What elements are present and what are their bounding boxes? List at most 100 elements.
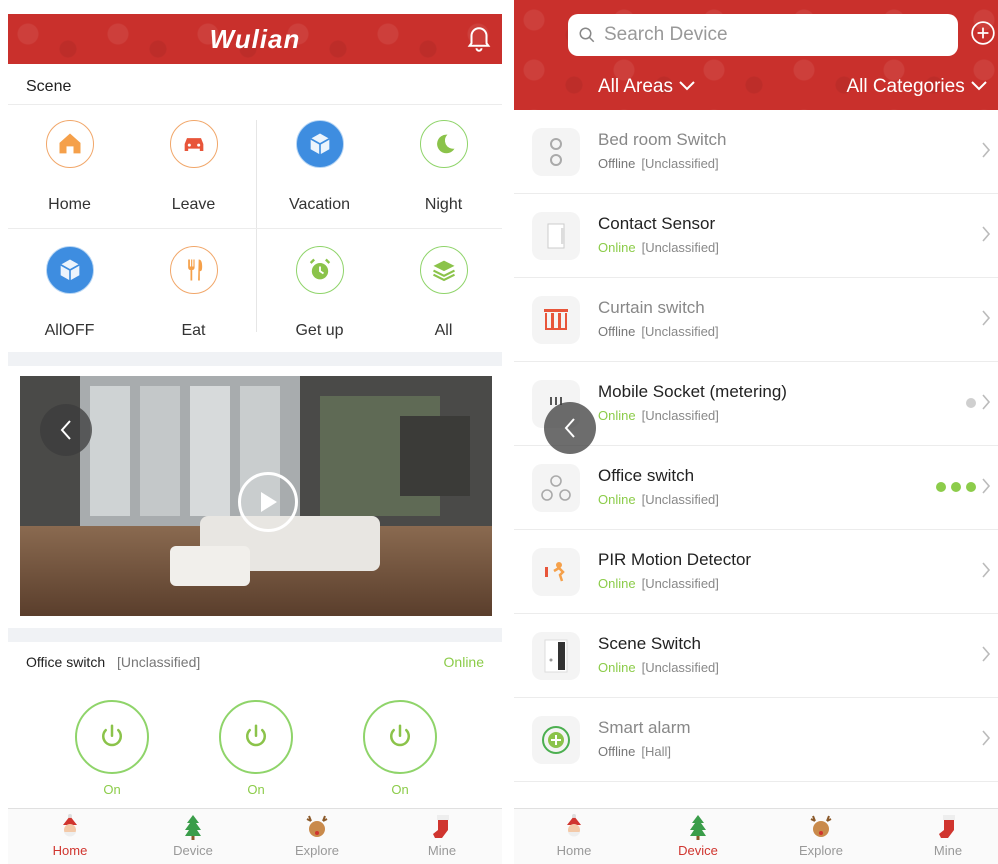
page: Wulian Scene Home Leave Vacation Night A… [0,0,998,864]
tree-icon [185,815,201,840]
device-category: [Unclassified] [641,408,719,423]
scene-get-up[interactable]: Get up [258,246,381,356]
tab-mine[interactable]: Mine [402,813,482,858]
state-dot [951,482,961,492]
home-header: Wulian [8,14,502,64]
camera-preview[interactable] [20,376,492,616]
add-device-icon[interactable] [970,20,996,46]
device-status: Online [443,654,484,670]
home-icon [46,120,94,168]
bell-icon[interactable] [464,22,494,52]
alarm-icon [532,716,580,764]
santa-icon [63,814,77,837]
tab-explore[interactable]: Explore [277,813,357,858]
tab-label: Mine [933,843,963,858]
device-row[interactable]: Office switch Online [Unclassified] [514,446,998,530]
layers-icon [420,246,468,294]
device-category: [Unclassified] [641,492,719,507]
tab-mine[interactable]: Mine [908,813,988,858]
tab-label: Home [556,843,592,858]
device-row[interactable]: Curtain switch Offline [Unclassified] [514,278,998,362]
device-row[interactable]: Contact Sensor Online [Unclassified] [514,194,998,278]
tab-label: Device [678,843,718,858]
scene-label: Vacation [288,196,351,213]
device-status-line: Online [Unclassified] [598,576,719,591]
divider [8,104,502,105]
tab-device[interactable]: Device [658,813,738,858]
device-status-line: Offline [Unclassified] [598,324,719,339]
device-row[interactable]: Smart alarm Offline [Hall] [514,698,998,782]
device-screen: Search Device All Areas All Categories B… [514,0,998,864]
scene-alloff[interactable]: AllOFF [8,246,131,356]
socket-state-indicator [966,398,976,408]
areas-filter[interactable]: All Areas [598,76,696,98]
scene-label: AllOFF [44,322,95,339]
section-gap [8,628,502,642]
app-logo: Wulian [209,24,301,54]
scene-night[interactable]: Night [382,120,502,230]
scene-vacation[interactable]: Vacation [258,120,381,230]
chevron-left-icon [60,420,71,440]
chevron-right-icon [982,142,991,158]
scene-all[interactable]: All [382,246,502,356]
device-category: [Unclassified] [641,240,719,255]
state-dot [936,482,946,492]
device-card-title[interactable]: Office switch [Unclassified] [26,654,200,670]
tab-device[interactable]: Device [153,813,233,858]
areas-filter-label: All Areas [598,76,673,97]
chevron-right-icon [982,226,991,242]
moon-icon [420,120,468,168]
tab-home[interactable]: Home [534,813,614,858]
motion-detector-icon [532,548,580,596]
tab-label: Mine [427,843,457,858]
scene-label: Eat [181,322,206,339]
chevron-down-icon [679,81,695,91]
categories-filter[interactable]: All Categories [846,76,988,98]
device-row[interactable]: Bed room Switch Offline [Unclassified] [514,110,998,194]
scene-label: Home [48,196,91,213]
switch-1-label: On [103,782,121,797]
scene-eat[interactable]: Eat [132,246,255,356]
switch-3-button[interactable] [363,700,437,774]
back-floating-button[interactable] [544,402,596,454]
tab-label: Home [52,843,88,858]
device-status-line: Offline [Hall] [598,744,671,759]
switch-3-label: On [391,782,409,797]
device-status: Offline [598,744,636,759]
contact-sensor-icon [532,212,580,260]
chevron-right-icon [982,562,991,578]
device-name: Scene Switch [598,634,701,653]
power-icon [102,724,122,747]
tab-label: Explore [294,843,340,858]
scene-divider [256,120,257,332]
scene-home[interactable]: Home [8,120,131,230]
reindeer-icon [306,815,328,837]
triple-switch-icon [532,464,580,512]
santa-icon [567,814,581,837]
device-category: [Unclassified] [641,156,719,171]
fork-knife-icon [170,246,218,294]
chevron-right-icon [982,478,991,494]
search-input[interactable]: Search Device [568,14,958,56]
device-header: Search Device All Areas All Categories [514,0,998,110]
power-icon [390,724,410,747]
device-row[interactable]: Scene Switch Online [Unclassified] [514,614,998,698]
state-dot [966,482,976,492]
tab-explore[interactable]: Explore [781,813,861,858]
tab-home[interactable]: Home [30,813,110,858]
tab-label: Device [173,843,213,858]
section-gap [8,352,502,366]
camera-prev-button[interactable] [40,404,92,456]
switch-2-button[interactable] [219,700,293,774]
categories-filter-label: All Categories [846,76,965,97]
scene-leave[interactable]: Leave [132,120,255,230]
device-category: [Unclassified] [117,654,201,670]
cube-icon [46,246,94,294]
switch-state-indicator [936,482,976,492]
scene-switch-icon [532,632,580,680]
device-status: Online [598,660,636,675]
device-row[interactable]: PIR Motion Detector Online [Unclassified] [514,530,998,614]
curtain-icon [532,296,580,344]
switch-1-button[interactable] [75,700,149,774]
play-button[interactable] [238,472,298,532]
